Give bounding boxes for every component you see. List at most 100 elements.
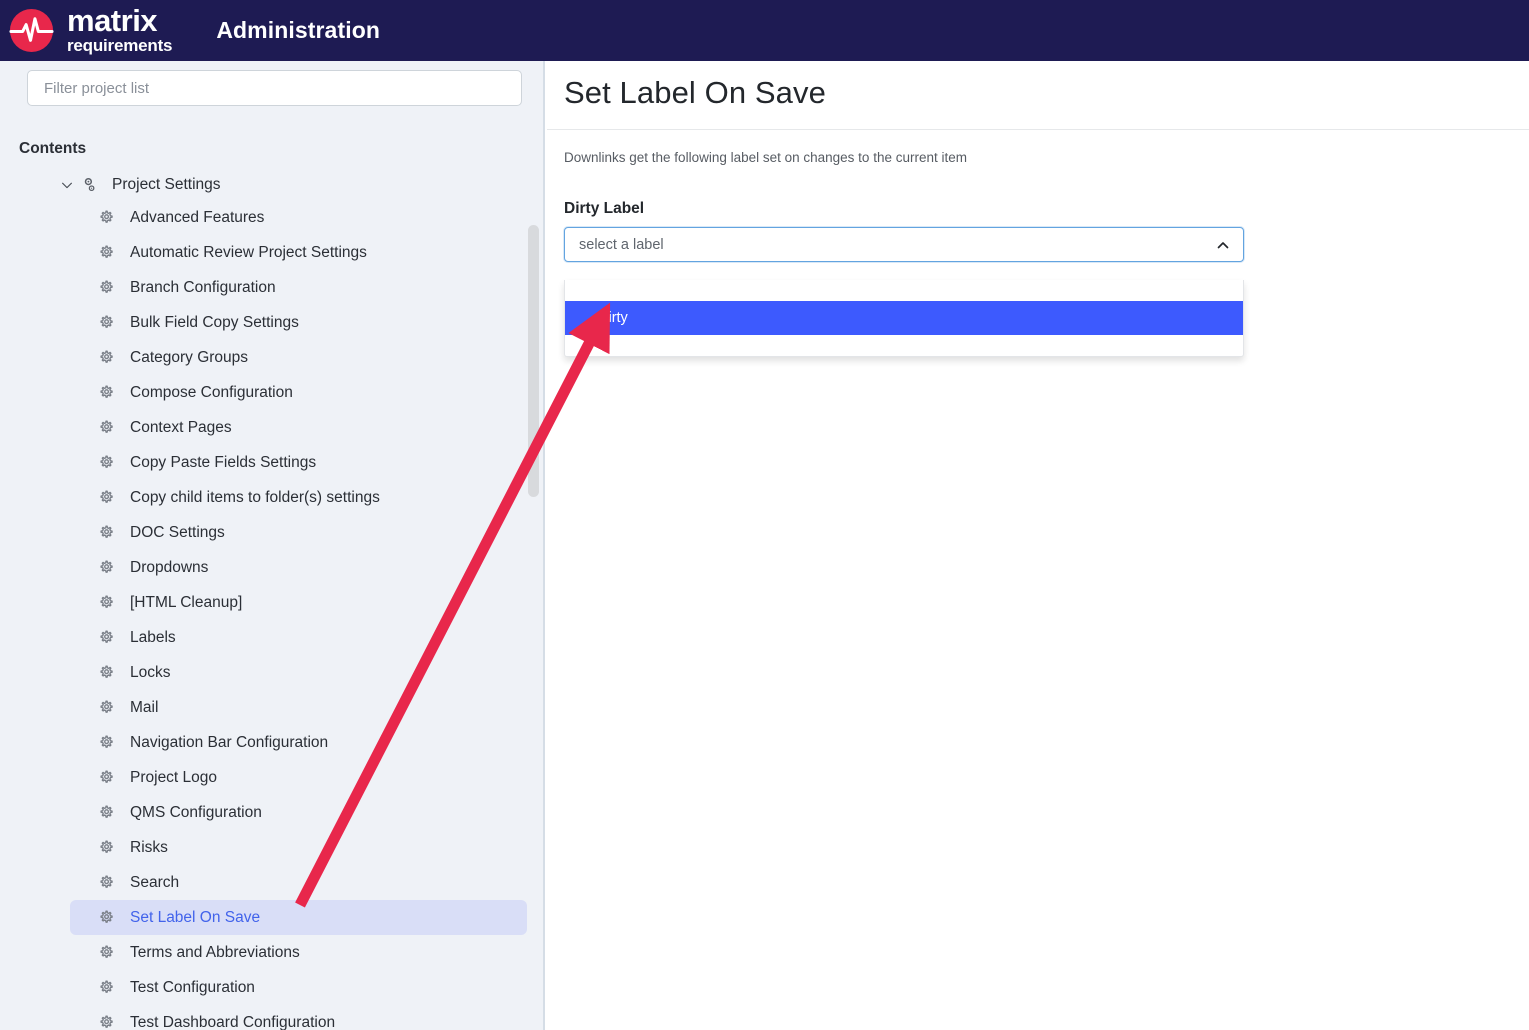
sidebar-item-bulk-field-copy-settings[interactable]: Bulk Field Copy Settings [0, 305, 543, 340]
page-title: Set Label On Save [564, 75, 826, 110]
gear-icon [100, 350, 113, 363]
page-description: Downlinks get the following label set on… [564, 150, 967, 165]
sidebar-item-copy-child-items-to-folder-s-settings[interactable]: Copy child items to folder(s) settings [0, 480, 543, 515]
title-divider [547, 129, 1529, 130]
brand-name-secondary: requirements [67, 36, 173, 56]
sidebar-item-qms-configuration[interactable]: QMS Configuration [0, 795, 543, 830]
brand-logo[interactable]: matrix requirements [8, 3, 173, 56]
gear-icon [100, 245, 113, 258]
sidebar-item-label: QMS Configuration [130, 803, 262, 821]
gear-icon [100, 595, 113, 608]
sidebar-item-context-pages[interactable]: Context Pages [0, 410, 543, 445]
dropdown-option-dirty[interactable]: Dirty [565, 301, 1243, 335]
sidebar-item-risks[interactable]: Risks [0, 830, 543, 865]
sidebar-item-label: Bulk Field Copy Settings [130, 313, 299, 331]
gear-icon [100, 875, 113, 888]
sidebar: Contents Project Settings Advanced Featu… [0, 61, 545, 1030]
dirty-label-field-block: Dirty Label select a label Dirty [564, 200, 1244, 357]
dirty-label-select-value: select a label [579, 236, 664, 253]
sidebar-item-automatic-review-project-settings[interactable]: Automatic Review Project Settings [0, 235, 543, 270]
sidebar-item-navigation-bar-configuration[interactable]: Navigation Bar Configuration [0, 725, 543, 760]
tree-node-project-settings[interactable]: Project Settings [0, 170, 543, 200]
sidebar-item-mail[interactable]: Mail [0, 690, 543, 725]
sidebar-item-terms-and-abbreviations[interactable]: Terms and Abbreviations [0, 935, 543, 970]
dirty-label-field-label: Dirty Label [564, 200, 645, 217]
settings-tree: Project Settings Advanced Features Autom… [0, 170, 543, 1030]
sidebar-item-label: Advanced Features [130, 208, 265, 226]
gear-icon [100, 315, 113, 328]
filter-project-list-input[interactable] [42, 78, 507, 98]
sidebar-scrollbar-thumb[interactable] [528, 225, 539, 497]
contents-heading: Contents [19, 140, 87, 157]
main-content: Set Label On Save Downlinks get the foll… [547, 61, 1529, 1030]
sidebar-item-label: Context Pages [130, 418, 232, 436]
dropdown-option-empty-0[interactable] [565, 280, 1243, 301]
sidebar-item-set-label-on-save[interactable]: Set Label On Save [70, 900, 527, 935]
top-navigation-bar: matrix requirements Administration [0, 0, 1529, 61]
sidebar-item-label: Search [130, 873, 180, 891]
sidebar-item-advanced-features[interactable]: Advanced Features [0, 200, 543, 235]
brand-name-primary: matrix [67, 3, 158, 39]
sidebar-item-doc-settings[interactable]: DOC Settings [0, 515, 543, 550]
dirty-label-dropdown-panel: Dirty [564, 280, 1244, 357]
sidebar-item-test-configuration[interactable]: Test Configuration [0, 970, 543, 1005]
gear-icon [100, 805, 113, 818]
dirty-label-option-list: Dirty [565, 280, 1243, 356]
sidebar-item-label: Branch Configuration [130, 278, 276, 296]
sidebar-item-label: Navigation Bar Configuration [130, 733, 329, 751]
gear-icon [100, 840, 113, 853]
gear-icon [100, 280, 113, 293]
sidebar-item-labels[interactable]: Labels [0, 620, 543, 655]
sidebar-item-locks[interactable]: Locks [0, 655, 543, 690]
gear-icon [100, 665, 113, 678]
sidebar-item-label: Test Dashboard Configuration [130, 1013, 336, 1030]
settings-tree-items: Advanced Features Automatic Review Proje… [0, 200, 543, 1030]
sidebar-item-label: Dropdowns [130, 558, 209, 576]
sidebar-item-label: Project Logo [130, 768, 218, 786]
gear-icon [100, 560, 113, 573]
app-root: matrix requirements Administration Conte… [0, 0, 1529, 1030]
dirty-label-select[interactable]: select a label [564, 227, 1244, 262]
gear-icon [100, 1015, 113, 1028]
sidebar-item-label: Category Groups [130, 348, 249, 366]
brand-logo-text: matrix requirements [67, 3, 173, 56]
sidebar-item-search[interactable]: Search [0, 865, 543, 900]
sidebar-item-test-dashboard-configuration[interactable]: Test Dashboard Configuration [0, 1005, 543, 1030]
gear-icon [100, 735, 113, 748]
gear-icon [100, 910, 113, 923]
cogs-icon [84, 177, 95, 192]
pulse-circle-logo-icon [9, 8, 54, 53]
sidebar-item-label: [HTML Cleanup] [130, 593, 243, 611]
chevron-up-icon[interactable] [1215, 237, 1231, 253]
gear-icon [100, 525, 113, 538]
tree-node-project-settings-label: Project Settings [112, 176, 221, 193]
sidebar-item-label: Copy Paste Fields Settings [130, 453, 317, 471]
gear-icon [100, 630, 113, 643]
dropdown-option-label: Dirty [598, 310, 628, 326]
sidebar-scrollbar-track[interactable] [528, 61, 540, 1030]
gear-icon [100, 945, 113, 958]
gear-icon [100, 770, 113, 783]
sidebar-item-dropdowns[interactable]: Dropdowns [0, 550, 543, 585]
sidebar-item-category-groups[interactable]: Category Groups [0, 340, 543, 375]
gear-icon [100, 455, 113, 468]
sidebar-item-html-cleanup[interactable]: [HTML Cleanup] [0, 585, 543, 620]
gear-icon [100, 385, 113, 398]
sidebar-item-label: Risks [130, 838, 168, 856]
sidebar-item-project-logo[interactable]: Project Logo [0, 760, 543, 795]
gear-icon [100, 700, 113, 713]
chevron-down-icon[interactable] [60, 178, 74, 192]
gear-icon [100, 490, 113, 503]
sidebar-item-label: Test Configuration [130, 978, 255, 996]
sidebar-item-branch-configuration[interactable]: Branch Configuration [0, 270, 543, 305]
sidebar-item-copy-paste-fields-settings[interactable]: Copy Paste Fields Settings [0, 445, 543, 480]
sidebar-item-label: Set Label On Save [130, 908, 261, 926]
sidebar-item-label: Terms and Abbreviations [130, 943, 300, 961]
sidebar-item-compose-configuration[interactable]: Compose Configuration [0, 375, 543, 410]
filter-project-list-box[interactable] [27, 70, 522, 106]
gear-icon [100, 210, 113, 223]
sidebar-item-label: Copy child items to folder(s) settings [130, 488, 380, 506]
sidebar-item-label: Mail [130, 698, 159, 716]
dropdown-option-empty-2[interactable] [565, 335, 1243, 356]
gear-icon [100, 420, 113, 433]
